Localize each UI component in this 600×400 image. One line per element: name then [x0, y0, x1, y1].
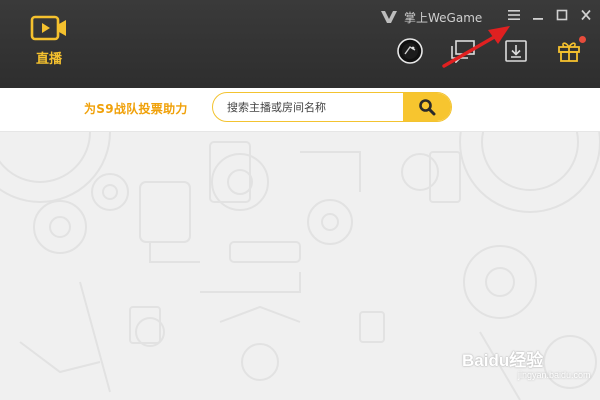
- promo-link[interactable]: 为S9战队投票助力: [84, 100, 188, 117]
- live-tab-label: 直播: [35, 52, 62, 67]
- search-icon: [419, 99, 436, 116]
- avatar-icon[interactable]: [397, 38, 423, 64]
- maximize-icon[interactable]: [554, 7, 570, 23]
- gift-icon[interactable]: [556, 36, 586, 64]
- notification-dot: [579, 36, 586, 43]
- video-camera-icon: [30, 15, 66, 41]
- close-icon[interactable]: [578, 7, 594, 23]
- search-input[interactable]: [213, 93, 403, 121]
- wegame-logo-icon: [381, 11, 397, 23]
- search-box: [212, 92, 452, 122]
- live-tab[interactable]: 直播: [14, 14, 84, 74]
- search-bar: 为S9战队投票助力: [0, 88, 600, 132]
- baidu-watermark-url: jingyan.baidu.com: [518, 370, 591, 380]
- annotation-arrow: [442, 26, 510, 68]
- minimize-icon[interactable]: [530, 7, 546, 23]
- baidu-watermark: Baidu经验: [462, 351, 544, 370]
- search-button[interactable]: [403, 93, 451, 121]
